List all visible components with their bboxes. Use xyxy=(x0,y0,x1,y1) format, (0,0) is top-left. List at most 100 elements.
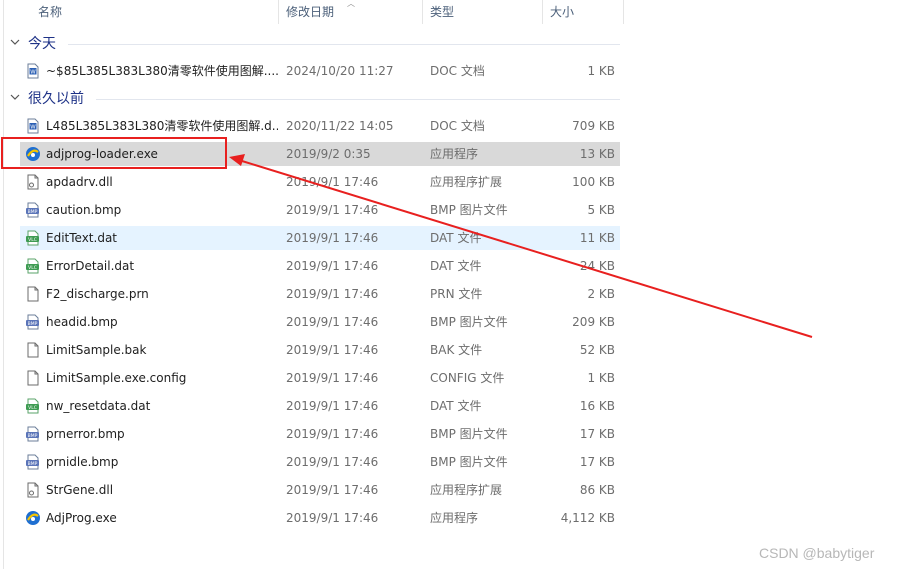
file-date: 2024/10/20 11:27 xyxy=(286,64,394,78)
bmp-icon: BMP xyxy=(25,454,41,470)
file-type: BMP 图片文件 xyxy=(430,203,508,217)
file-date: 2019/9/1 17:46 xyxy=(286,455,379,469)
file-type: BAK 文件 xyxy=(430,343,483,357)
file-size: 24 KB xyxy=(579,259,615,273)
word-doc-icon: W xyxy=(25,118,41,134)
file-name: ErrorDetail.dat xyxy=(46,259,135,273)
file-size: 209 KB xyxy=(572,315,615,329)
dll-icon xyxy=(25,174,41,190)
file-size: 1 KB xyxy=(587,64,615,78)
file-type: 应用程序扩展 xyxy=(430,175,503,189)
group-label: 很久以前 xyxy=(28,91,84,107)
file-size: 709 KB xyxy=(572,119,615,133)
column-divider[interactable] xyxy=(542,0,543,24)
group-divider xyxy=(68,44,620,45)
file-row[interactable]: BMP caution.bmp 2019/9/1 17:46 BMP 图片文件 … xyxy=(20,198,620,222)
file-type: PRN 文件 xyxy=(430,287,483,301)
file-type: DOC 文档 xyxy=(430,64,485,78)
file-date: 2019/9/2 0:35 xyxy=(286,147,371,161)
file-size: 1 KB xyxy=(587,371,615,385)
bmp-icon: BMP xyxy=(25,426,41,442)
column-header-type[interactable]: 类型 xyxy=(424,0,542,24)
group-header-today[interactable]: 今天 xyxy=(10,33,56,55)
group-divider xyxy=(96,99,620,100)
file-type: CONFIG 文件 xyxy=(430,371,505,385)
file-name: nw_resetdata.dat xyxy=(46,399,151,413)
file-row[interactable]: VLC nw_resetdata.dat 2019/9/1 17:46 DAT … xyxy=(20,394,620,418)
file-size: 17 KB xyxy=(579,455,615,469)
file-size: 5 KB xyxy=(587,203,615,217)
svg-text:VLC: VLC xyxy=(28,237,37,243)
file-date: 2019/9/1 17:46 xyxy=(286,259,379,273)
column-divider[interactable] xyxy=(278,0,279,24)
file-row-hover[interactable]: VLC EditText.dat 2019/9/1 17:46 DAT 文件 1… xyxy=(20,226,620,250)
file-row[interactable]: BMP prnerror.bmp 2019/9/1 17:46 BMP 图片文件… xyxy=(20,422,620,446)
file-row[interactable]: LimitSample.exe.config 2019/9/1 17:46 CO… xyxy=(20,366,620,390)
column-header-date[interactable]: 修改日期 xyxy=(280,0,422,24)
file-row[interactable]: apdadrv.dll 2019/9/1 17:46 应用程序扩展 100 KB xyxy=(20,170,620,194)
file-type: 应用程序扩展 xyxy=(430,483,503,497)
file-row[interactable]: StrGene.dll 2019/9/1 17:46 应用程序扩展 86 KB xyxy=(20,478,620,502)
file-date: 2019/9/1 17:46 xyxy=(286,399,379,413)
file-row[interactable]: F2_discharge.prn 2019/9/1 17:46 PRN 文件 2… xyxy=(20,282,620,306)
file-type: DAT 文件 xyxy=(430,231,482,245)
column-header-bar: 名称 ︿ 修改日期 类型 大小 xyxy=(0,0,624,24)
file-size: 86 KB xyxy=(579,483,615,497)
file-size: 17 KB xyxy=(579,427,615,441)
file-type: DAT 文件 xyxy=(430,259,482,273)
group-header-long-ago[interactable]: 很久以前 xyxy=(10,88,84,110)
file-row[interactable]: W L485L385L383L380清零软件使用图解.d... 2020/11/… xyxy=(20,114,620,138)
file-type: BMP 图片文件 xyxy=(430,427,508,441)
column-header-size[interactable]: 大小 xyxy=(544,0,624,24)
file-date: 2019/9/1 17:46 xyxy=(286,371,379,385)
file-row[interactable]: BMP prnidle.bmp 2019/9/1 17:46 BMP 图片文件 … xyxy=(20,450,620,474)
watermark: CSDN @babytiger xyxy=(759,545,875,561)
file-row[interactable]: BMP headid.bmp 2019/9/1 17:46 BMP 图片文件 2… xyxy=(20,310,620,334)
blank-file-icon xyxy=(25,370,41,386)
vlc-dat-icon: VLC xyxy=(25,258,41,274)
vlc-dat-icon: VLC xyxy=(25,398,41,414)
file-date: 2019/9/1 17:46 xyxy=(286,343,379,357)
blank-file-icon xyxy=(25,286,41,302)
file-size: 11 KB xyxy=(579,231,615,245)
svg-text:BMP: BMP xyxy=(28,209,38,215)
file-name: ~$85L385L383L380清零软件使用图解.... xyxy=(46,64,278,78)
file-row[interactable]: LimitSample.bak 2019/9/1 17:46 BAK 文件 52… xyxy=(20,338,620,362)
file-row[interactable]: AdjProg.exe 2019/9/1 17:46 应用程序 4,112 KB xyxy=(20,506,620,530)
app-exe-icon xyxy=(25,510,41,526)
dll-icon xyxy=(25,482,41,498)
svg-text:VLC: VLC xyxy=(28,405,37,411)
file-date: 2019/9/1 17:46 xyxy=(286,483,379,497)
svg-text:BMP: BMP xyxy=(28,321,38,327)
bmp-icon: BMP xyxy=(25,314,41,330)
pane-left-border xyxy=(3,0,4,569)
vlc-dat-icon: VLC xyxy=(25,230,41,246)
chevron-down-icon xyxy=(10,88,24,110)
file-type: BMP 图片文件 xyxy=(430,455,508,469)
file-name: prnidle.bmp xyxy=(46,455,119,469)
column-header-name[interactable]: 名称 xyxy=(32,0,278,24)
file-name: apdadrv.dll xyxy=(46,175,113,189)
svg-text:W: W xyxy=(30,70,36,76)
bmp-icon: BMP xyxy=(25,202,41,218)
column-divider[interactable] xyxy=(623,0,624,24)
column-divider[interactable] xyxy=(422,0,423,24)
group-label: 今天 xyxy=(28,36,56,52)
file-row[interactable]: W ~$85L385L383L380清零软件使用图解.... 2024/10/2… xyxy=(20,59,620,83)
file-size: 4,112 KB xyxy=(560,511,615,525)
file-name: EditText.dat xyxy=(46,231,117,245)
file-row[interactable]: VLC ErrorDetail.dat 2019/9/1 17:46 DAT 文… xyxy=(20,254,620,278)
blank-file-icon xyxy=(25,342,41,358)
file-date: 2020/11/22 14:05 xyxy=(286,119,394,133)
svg-text:BMP: BMP xyxy=(28,433,38,439)
svg-text:W: W xyxy=(30,125,36,131)
file-name: caution.bmp xyxy=(46,203,122,217)
word-doc-icon: W xyxy=(25,63,41,79)
chevron-down-icon xyxy=(10,33,24,55)
file-type: 应用程序 xyxy=(430,147,479,161)
file-size: 52 KB xyxy=(579,343,615,357)
file-type: DAT 文件 xyxy=(430,399,482,413)
file-date: 2019/9/1 17:46 xyxy=(286,203,379,217)
file-name: F2_discharge.prn xyxy=(46,287,149,301)
file-size: 2 KB xyxy=(587,287,615,301)
